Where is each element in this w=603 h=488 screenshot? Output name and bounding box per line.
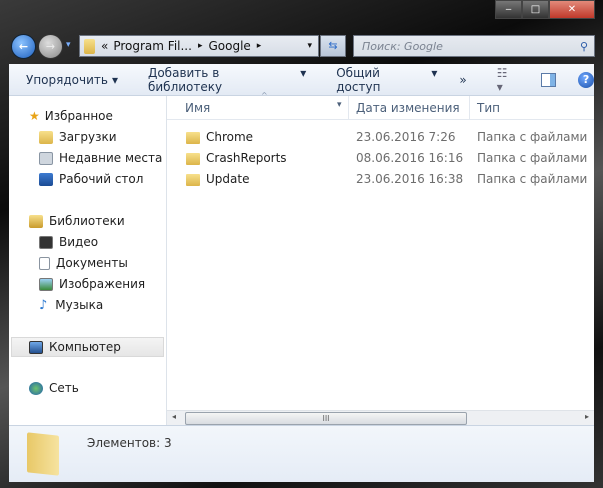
column-type[interactable]: Тип [477,101,500,115]
preview-pane-button[interactable] [541,72,557,87]
scroll-right-arrow[interactable]: ▸ [585,412,589,421]
chevron-down-icon: ▾ [300,65,307,80]
file-name: Update [206,172,250,186]
search-placeholder: Поиск: Google [362,39,443,53]
file-date: 23.06.2016 7:26 [356,130,456,144]
close-button[interactable]: ✕ [549,0,595,19]
breadcrumb-separator[interactable]: ▸ [198,41,203,51]
file-name: Chrome [206,130,254,144]
desktop-icon [39,172,53,186]
folder-icon [27,432,59,476]
item-count: Элементов: 3 [87,436,172,450]
column-name-dropdown[interactable]: ▾ [337,100,342,110]
documents-icon [39,256,50,270]
folder-icon [186,132,200,144]
refresh-icon: ⇆ [328,39,338,52]
window-controls: ‒ □ ✕ [495,0,595,19]
nav-network[interactable]: Сеть [29,378,185,398]
file-list: Имя ^ ▾ Дата изменения Тип Chrome 23.06.2… [167,91,594,410]
nav-favorites[interactable]: ★ Избранное [29,106,185,126]
column-date[interactable]: Дата изменения [356,101,460,115]
music-icon: ♪ [39,297,48,313]
folder-icon [186,153,200,165]
file-type: Папка с файлами [477,130,588,144]
folder-icon [84,38,95,54]
chevron-down-icon: ▾ [431,65,438,80]
nav-label: Видео [59,235,99,249]
add-to-library-menu[interactable]: Добавить в библиотеку ▾ [148,66,310,94]
breadcrumb-separator[interactable]: ▸ [257,41,262,51]
nav-label: Рабочий стол [59,172,144,186]
search-icon[interactable]: ⚲ [580,40,588,53]
nav-label: Изображения [59,277,146,291]
share-label: Общий доступ [336,65,381,94]
column-name[interactable]: Имя [185,101,210,115]
nav-libraries[interactable]: Библиотеки [29,211,185,231]
file-type: Папка с файлами [477,172,588,186]
column-headers: Имя ^ ▾ Дата изменения Тип [167,91,594,120]
video-icon [39,235,53,249]
nav-label: Музыка [55,298,104,312]
recent-pages-dropdown[interactable]: ▾ [66,40,71,50]
address-dropdown[interactable]: ▾ [307,41,312,51]
maximize-button[interactable]: □ [522,0,549,19]
nav-label: Компьютер [49,340,121,354]
file-name: CrashReports [206,151,287,165]
share-menu[interactable]: Общий доступ ▾ [336,66,441,94]
nav-label: Избранное [44,109,113,123]
add-library-label: Добавить в библиотеку [147,65,223,94]
address-bar[interactable]: « Program Fil... ▸ Google ▸ ▾ [79,35,319,57]
navigation-pane: ★ Избранное Загрузки Недавние места Рабоч… [9,96,167,425]
sort-ascending-icon: ^ [261,91,268,100]
organize-menu[interactable]: Упорядочить ▾ [26,73,122,87]
more-button[interactable]: » [459,73,466,87]
address-overflow[interactable]: « [101,39,108,53]
horizontal-scrollbar[interactable]: ◂ III ▸ [167,410,594,426]
organize-label: Упорядочить [26,72,108,87]
folder-icon [186,174,200,186]
nav-label: Сеть [49,381,79,395]
back-button[interactable]: ← [11,34,36,59]
minimize-button[interactable]: ‒ [495,0,522,19]
refresh-button[interactable]: ⇆ [320,35,346,57]
file-row[interactable]: Update 23.06.2016 16:38 Папка с файлами [167,169,594,190]
view-options-button[interactable]: ☷ ▾ [497,66,517,94]
command-bar: Упорядочить ▾ Добавить в библиотеку ▾ Общи… [9,64,594,96]
nav-label: Загрузки [59,130,117,144]
downloads-icon [39,130,53,144]
file-date: 23.06.2016 16:38 [356,172,464,186]
star-icon: ★ [29,109,40,123]
network-icon [29,381,43,395]
file-type: Папка с файлами [477,151,588,165]
breadcrumb-google[interactable]: Google [208,39,250,53]
forward-button[interactable]: → [38,34,63,59]
search-input[interactable]: Поиск: Google ⚲ [353,35,595,57]
scroll-thumb[interactable]: III [185,412,467,425]
details-pane: Элементов: 3 [9,425,594,482]
computer-icon [29,340,43,354]
nav-label: Библиотеки [49,214,125,228]
chevron-down-icon: ▾ [111,72,118,87]
pictures-icon [39,277,53,291]
breadcrumb-program-files[interactable]: Program Fil... [113,39,192,53]
libraries-icon [29,214,43,228]
help-button[interactable]: ? [578,71,594,88]
recent-places-icon [39,151,53,165]
file-date: 08.06.2016 16:16 [356,151,464,165]
nav-label: Документы [56,256,128,270]
file-row[interactable]: Chrome 23.06.2016 7:26 Папка с файлами [167,127,594,148]
scroll-left-arrow[interactable]: ◂ [172,412,176,421]
nav-computer[interactable]: Компьютер [11,337,164,357]
nav-label: Недавние места [59,151,163,165]
file-row[interactable]: CrashReports 08.06.2016 16:16 Папка с файл… [167,148,594,169]
